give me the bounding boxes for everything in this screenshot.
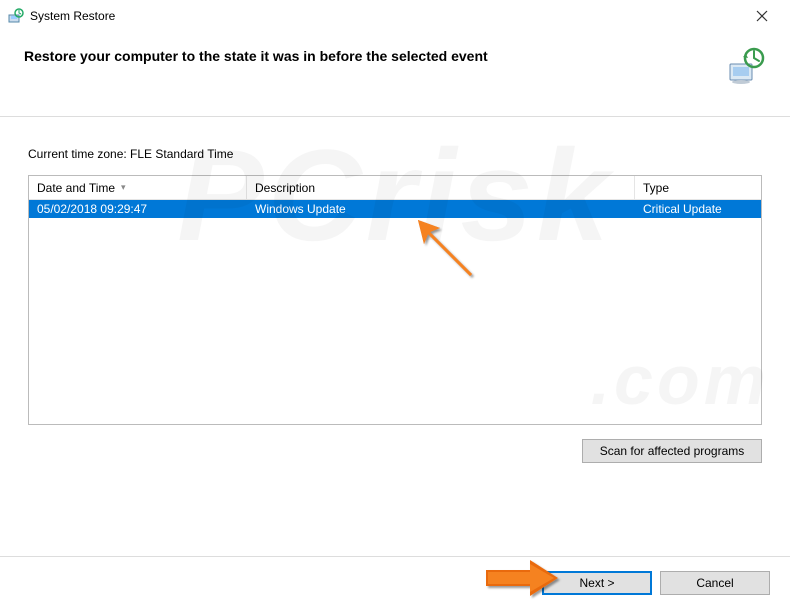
- scan-row: Scan for affected programs: [28, 439, 762, 463]
- next-button[interactable]: Next >: [542, 571, 652, 595]
- content-area: Current time zone: FLE Standard Time Dat…: [0, 117, 790, 473]
- window-title: System Restore: [30, 9, 742, 23]
- cell-date: 05/02/2018 09:29:47: [29, 201, 247, 217]
- header-text: Restore your computer to the state it wa…: [24, 46, 726, 64]
- header: Restore your computer to the state it wa…: [0, 32, 790, 116]
- table-row[interactable]: 05/02/2018 09:29:47 Windows Update Criti…: [29, 200, 761, 218]
- scan-affected-button[interactable]: Scan for affected programs: [582, 439, 762, 463]
- cell-desc: Windows Update: [247, 201, 635, 217]
- table-body: 05/02/2018 09:29:47 Windows Update Criti…: [29, 200, 761, 218]
- footer: Next > Cancel: [0, 556, 790, 613]
- titlebar: System Restore: [0, 0, 790, 32]
- col-header-desc[interactable]: Description: [247, 176, 635, 199]
- sort-desc-icon: ▾: [121, 182, 126, 193]
- col-header-type[interactable]: Type: [635, 176, 761, 199]
- cancel-button[interactable]: Cancel: [660, 571, 770, 595]
- col-header-date[interactable]: Date and Time ▾: [29, 176, 247, 199]
- timezone-label: Current time zone: FLE Standard Time: [28, 147, 762, 161]
- col-header-date-label: Date and Time: [37, 181, 115, 195]
- restore-icon: [8, 8, 24, 24]
- close-button[interactable]: [742, 2, 782, 30]
- restore-large-icon: [726, 46, 766, 86]
- cell-type: Critical Update: [635, 201, 761, 217]
- table-header: Date and Time ▾ Description Type: [29, 176, 761, 200]
- restore-points-table: Date and Time ▾ Description Type 05/02/2…: [28, 175, 762, 425]
